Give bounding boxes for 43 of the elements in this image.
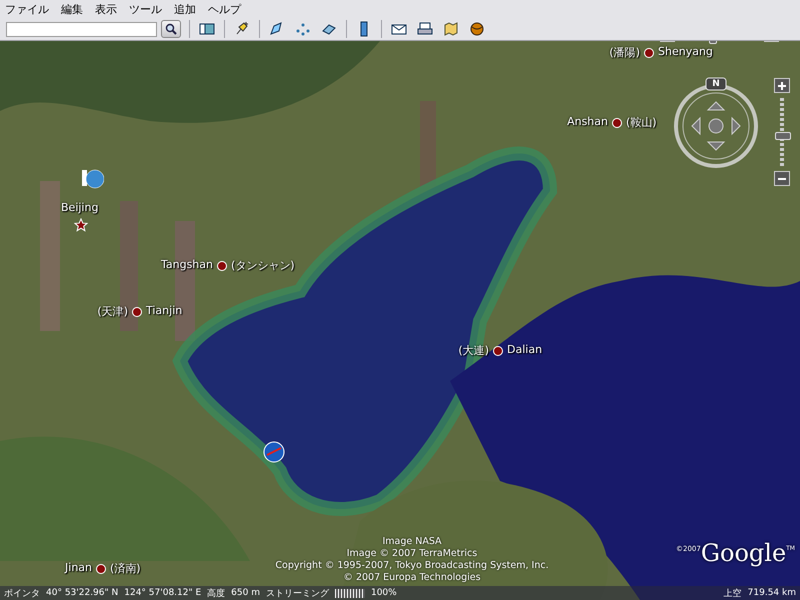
map-icon[interactable] <box>442 20 460 38</box>
streaming-label: ストリーミング <box>266 588 329 600</box>
place-label: (潘陽) <box>609 45 640 60</box>
menu-item[interactable]: 追加 <box>173 2 197 16</box>
place-label: Beijing <box>61 201 98 214</box>
place-label: Anshan <box>567 115 608 128</box>
attribution-text: © 2007 Europa Technologies <box>343 572 481 584</box>
search-field[interactable] <box>6 22 157 36</box>
place-label: Shenyang <box>658 45 713 58</box>
attribution-text: Copyright © 1995-2007, Tokyo Broadcasting System, Inc. <box>275 560 549 572</box>
menu-item[interactable]: ツール <box>128 2 163 16</box>
place-label: (大連) <box>458 343 489 358</box>
longitude-text: 124° 57'08.12" E <box>124 588 202 598</box>
eye-altitude-text: 719.54 km <box>748 588 796 598</box>
place-label: Tangshan <box>160 258 213 271</box>
place-label: Dalian <box>507 343 542 356</box>
elevation-label: 高度 <box>207 588 226 600</box>
zoom-slider-thumb[interactable] <box>775 132 791 140</box>
menu-item[interactable]: 編集 <box>60 2 84 16</box>
menu-item[interactable]: ヘルプ <box>207 2 242 16</box>
pointer-label: ポインタ <box>4 588 40 600</box>
logo-text: Google <box>700 539 786 567</box>
streaming-percent: 100% <box>370 588 397 598</box>
place-label: Tianjin <box>146 304 182 317</box>
zoom-in-button[interactable] <box>774 78 790 93</box>
place-label: (天津) <box>97 304 128 319</box>
menu-item[interactable]: ファイル <box>4 2 50 16</box>
globe-icon[interactable] <box>82 168 104 190</box>
plus-icon <box>778 82 786 90</box>
search-button[interactable] <box>161 20 181 38</box>
place-label: Jinan <box>65 561 92 574</box>
zoom-out-button[interactable] <box>774 171 790 186</box>
planet-icon[interactable] <box>468 20 486 38</box>
menu-item[interactable]: 表示 <box>94 2 118 16</box>
latitude-text: 40° 53'22.96" N <box>46 588 118 598</box>
attribution-text: Image NASA <box>382 536 442 548</box>
place-label: (鞍山) <box>626 115 657 130</box>
attribution-text: Image © 2007 TerraMetrics <box>346 548 478 560</box>
place-label: (済南) <box>110 561 141 576</box>
place-label: (タンシャン) <box>231 258 295 273</box>
elevation-text: 650 m <box>231 588 260 598</box>
star-marker-icon[interactable] <box>74 218 88 232</box>
eye-altitude-label: 上空 <box>724 588 742 600</box>
